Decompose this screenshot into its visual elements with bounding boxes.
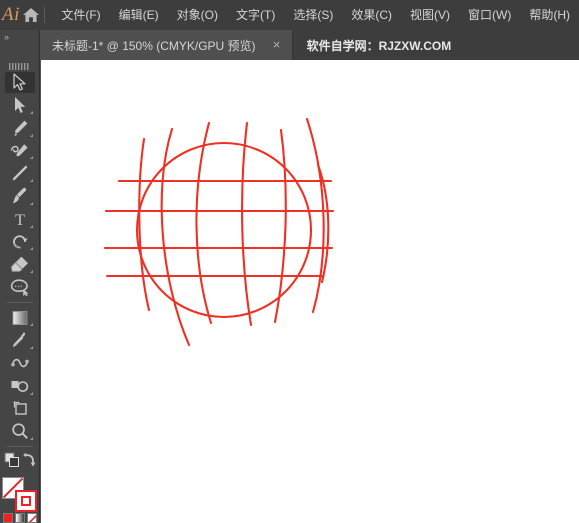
flyout-indicator-icon	[29, 179, 33, 183]
stroke-swatch[interactable]	[14, 489, 37, 512]
flyout-indicator-icon	[29, 156, 33, 160]
paintbrush-tool[interactable]	[5, 185, 35, 207]
flyout-indicator-icon	[29, 391, 33, 395]
gradient-tool[interactable]	[5, 307, 35, 329]
lasso-tool[interactable]	[5, 276, 35, 298]
pen-tool[interactable]	[5, 117, 35, 139]
flyout-indicator-icon	[29, 133, 33, 137]
swap-arrow-icon[interactable]	[22, 452, 36, 473]
menu-item-effect[interactable]: 效果(C)	[342, 0, 401, 30]
document-tab[interactable]: 未标题-1* @ 150% (CMYK/GPU 预览) ×	[40, 30, 293, 60]
document-tab-bar: » 未标题-1* @ 150% (CMYK/GPU 预览) × 软件自学网：RJ…	[0, 30, 579, 60]
overlap-squares-icon[interactable]	[4, 452, 20, 473]
drag-handle[interactable]	[7, 63, 33, 71]
tools-panel: T	[0, 60, 40, 523]
flyout-indicator-icon	[29, 346, 33, 350]
direct-selection-tool[interactable]	[5, 94, 35, 116]
home-icon[interactable]	[22, 0, 40, 30]
eyedropper-tool[interactable]	[5, 329, 35, 351]
flyout-indicator-icon	[29, 270, 33, 274]
menu-item-object[interactable]: 对象(O)	[168, 0, 227, 30]
shape-builder-tool[interactable]	[5, 375, 35, 397]
tool-divider-bottom	[6, 446, 33, 447]
color-swatch[interactable]	[2, 513, 13, 523]
menu-bar: Ai 文件(F) 编辑(E) 对象(O) 文字(T) 选择(S) 效果(C) 视…	[0, 0, 579, 30]
flyout-indicator-icon	[29, 323, 33, 327]
meridian-3	[195, 121, 213, 325]
artboard-tool[interactable]	[5, 398, 35, 420]
menu-item-view[interactable]: 视图(V)	[401, 0, 459, 30]
zoom-tool[interactable]	[5, 420, 35, 442]
document-tab-title: 未标题-1* @ 150% (CMYK/GPU 预览)	[52, 38, 256, 53]
menu-item-type[interactable]: 文字(T)	[227, 0, 284, 30]
blend-tool[interactable]	[5, 352, 35, 374]
fill-stroke-swatches	[1, 476, 38, 512]
app-logo: Ai	[1, 4, 20, 25]
menu-items: 文件(F) 编辑(E) 对象(O) 文字(T) 选择(S) 效果(C) 视图(V…	[52, 0, 579, 30]
menu-item-edit[interactable]: 编辑(E)	[110, 0, 168, 30]
line-segment-tool[interactable]	[5, 162, 35, 184]
svg-text:T: T	[15, 212, 25, 228]
panel-expand-button[interactable]: »	[0, 30, 40, 60]
flyout-indicator-icon	[29, 437, 33, 441]
stroke-swatch-inner	[20, 495, 31, 506]
watermark-text: 软件自学网：RJZXW.COM	[306, 38, 452, 53]
eraser-tool[interactable]	[5, 253, 35, 275]
meridian-4	[241, 121, 253, 327]
menu-item-select[interactable]: 选择(S)	[284, 0, 342, 30]
menu-item-help[interactable]: 帮助(H)	[520, 0, 579, 30]
type-tool[interactable]: T	[5, 208, 35, 230]
selection-tool[interactable]	[4, 71, 35, 94]
close-icon[interactable]: ×	[270, 38, 284, 51]
flyout-indicator-icon	[29, 224, 33, 228]
flyout-indicator-icon	[29, 201, 33, 205]
gradient-swatch[interactable]	[14, 513, 25, 523]
menu-item-file[interactable]: 文件(F)	[52, 0, 109, 30]
menu-item-window[interactable]: 窗口(W)	[459, 0, 520, 30]
tool-divider	[6, 301, 33, 303]
chevron-double-right-icon: »	[4, 32, 9, 42]
illustrator-window: Ai 文件(F) 编辑(E) 对象(O) 文字(T) 选择(S) 效果(C) 视…	[0, 0, 579, 523]
artboard-canvas[interactable]	[41, 60, 579, 523]
tool-bottom-row	[3, 452, 37, 473]
flyout-indicator-icon	[29, 110, 33, 114]
mini-swatch-row	[2, 513, 37, 523]
meridian-2	[160, 127, 191, 347]
curvature-tool[interactable]	[5, 140, 35, 162]
flyout-indicator-icon	[29, 247, 33, 251]
globe-wireframe-artwork[interactable]	[41, 60, 579, 523]
none-swatch[interactable]	[26, 513, 37, 523]
meridian-1	[138, 137, 151, 312]
rotate-tool[interactable]	[5, 231, 35, 253]
